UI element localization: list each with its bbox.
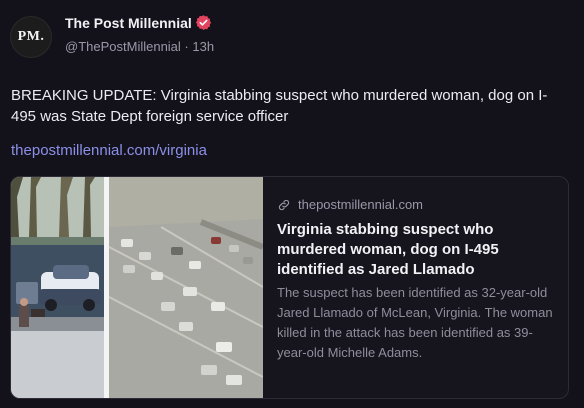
handle[interactable]: @ThePostMillennial xyxy=(65,39,181,54)
post[interactable]: PM. The Post Millennial @ThePostMillenni… xyxy=(0,0,584,408)
news-photos-thumbnail xyxy=(11,177,263,398)
avatar-text: PM. xyxy=(17,29,45,44)
display-name[interactable]: The Post Millennial xyxy=(65,15,192,31)
timestamp[interactable]: 13h xyxy=(192,39,214,54)
card-title[interactable]: Virginia stabbing suspect who murdered w… xyxy=(277,220,557,280)
link-preview-card[interactable]: thepostmillennial.com Virginia stabbing … xyxy=(10,176,569,399)
link-icon xyxy=(278,199,290,211)
avatar[interactable]: PM. xyxy=(10,16,52,58)
card-description: The suspect has been identified as 32-ye… xyxy=(277,285,553,360)
handle-row: @ThePostMillennial · 13h xyxy=(65,39,214,54)
card-domain: thepostmillennial.com xyxy=(298,197,424,212)
post-text: BREAKING UPDATE: Virginia stabbing suspe… xyxy=(11,87,548,125)
separator: · xyxy=(180,39,193,54)
verified-badge-icon xyxy=(195,15,212,30)
post-link[interactable]: thepostmillennial.com/virginia xyxy=(11,142,207,159)
